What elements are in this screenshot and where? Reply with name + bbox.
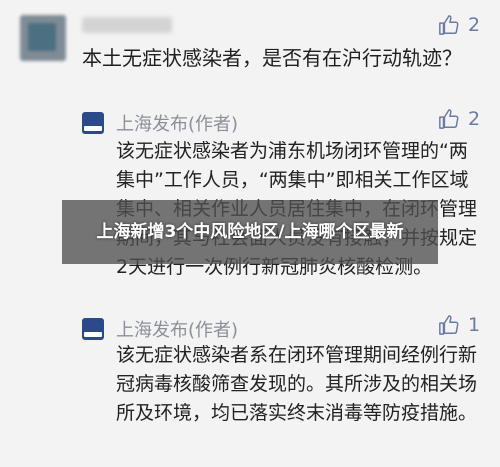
reply-author: 上海发布(作者) [116,114,239,135]
title-overlay: 上海新增3个中风险地区/上海哪个区最新 [62,200,438,264]
thumbs-up-icon [439,15,459,35]
thumbs-up-icon [439,109,459,129]
question-text: 本土无症状感染者，是否有在沪行动轨迹？ [82,46,462,70]
reply-text: 该无症状感染者系在闭环管理期间经例行新冠病毒核酸筛查发现的。其所涉及的相关场所及… [116,344,478,424]
reply-like-count: 1 [468,314,481,336]
thumbs-up-icon [439,315,459,335]
overlay-title: 上海新增3个中风险地区/上海哪个区最新 [96,222,404,242]
shanghai-fabu-logo-icon [82,112,104,134]
reply-like-button[interactable]: 1 [438,314,480,336]
question-like-button[interactable]: 2 [438,14,480,36]
shanghai-fabu-logo-icon [82,318,104,340]
user-avatar[interactable] [20,15,66,61]
question-like-count: 2 [468,14,481,36]
reply-like-button[interactable]: 2 [438,108,480,130]
reply-author: 上海发布(作者) [116,320,239,341]
reply-like-count: 2 [468,108,481,130]
user-name-blurred [82,17,172,33]
